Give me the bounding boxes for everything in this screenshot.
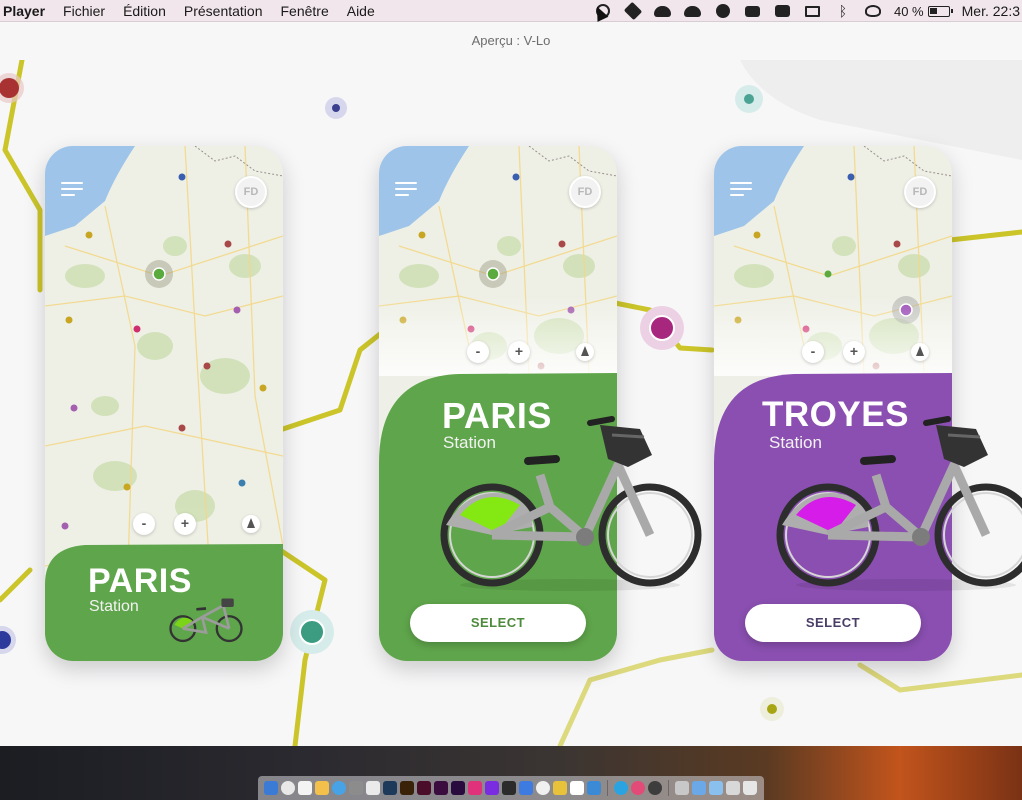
app-icon-round[interactable] (648, 781, 662, 795)
app-icon-dark[interactable] (502, 781, 516, 795)
zoom-in-button[interactable]: + (843, 341, 865, 363)
route-line-mid (277, 327, 388, 433)
menu-app-player[interactable]: Player (0, 0, 54, 22)
dock (258, 776, 764, 800)
pinterest-icon[interactable] (536, 781, 550, 795)
calendar-icon[interactable] (298, 781, 312, 795)
compass-icon[interactable] (911, 343, 929, 361)
phone-card-1[interactable]: FD - + PARIS Station (45, 146, 283, 661)
folder-icon[interactable] (692, 781, 706, 795)
station-panel[interactable]: PARIS Station (45, 544, 283, 661)
status-tray: ᛒ 40 % Mer. 22:3 (588, 0, 1022, 22)
menu-fichier[interactable]: Fichier (54, 0, 114, 22)
trash-icon[interactable] (743, 781, 757, 795)
documents-icon[interactable] (726, 781, 740, 795)
route-line-left-low (0, 567, 33, 603)
creative-cloud-icon[interactable] (648, 0, 678, 22)
safari-icon[interactable] (332, 781, 346, 795)
bicycle-illustration (169, 598, 243, 643)
airplay-icon[interactable] (798, 0, 828, 22)
live-folder-icon[interactable] (675, 781, 689, 795)
route-line-bottom-right (857, 662, 1022, 693)
app-icon-white[interactable] (570, 781, 584, 795)
route-line-right (947, 229, 1022, 243)
zoom-out-button[interactable]: - (467, 341, 489, 363)
wifi-icon[interactable] (858, 0, 888, 22)
hamburger-icon[interactable] (395, 182, 417, 198)
invision-icon[interactable] (468, 781, 482, 795)
inbox-icon[interactable] (768, 0, 798, 22)
zoom-in-button[interactable]: + (174, 513, 196, 535)
dock-separator (607, 780, 608, 796)
bicycle-illustration (776, 416, 1022, 591)
zoom-out-button[interactable]: - (133, 513, 155, 535)
user-avatar[interactable]: FD (904, 176, 936, 208)
clock[interactable]: Mer. 22:3 (962, 3, 1022, 19)
notes-icon[interactable] (315, 781, 329, 795)
sync-icon[interactable] (708, 0, 738, 22)
itunes-icon[interactable] (631, 781, 645, 795)
hamburger-icon[interactable] (730, 182, 752, 198)
bicycle-illustration (440, 416, 702, 591)
chrome-icon[interactable] (281, 781, 295, 795)
battery-percentage[interactable]: 40 % (888, 4, 928, 19)
prototype-canvas: FD - + PARIS Station FD - + PARIS Statio… (0, 60, 1022, 746)
background-shape (740, 60, 1022, 160)
desktop-background (0, 746, 1022, 800)
finder-icon[interactable] (264, 781, 278, 795)
marker-green (299, 619, 325, 645)
downloads-folder-icon[interactable] (709, 781, 723, 795)
compass-icon[interactable] (242, 515, 260, 533)
station-label: Station (89, 598, 139, 615)
dropbox-icon[interactable] (618, 0, 648, 22)
user-avatar[interactable]: FD (569, 176, 601, 208)
marker-olive (767, 704, 777, 714)
route-line-bottom-mid (557, 647, 715, 746)
system-preferences-icon[interactable] (349, 781, 363, 795)
xcode-icon[interactable] (587, 781, 601, 795)
indesign-icon[interactable] (417, 781, 431, 795)
app-store-icon[interactable] (519, 781, 533, 795)
menu-bar: Player Fichier Édition Présentation Fenê… (0, 0, 1022, 22)
menu-edition[interactable]: Édition (114, 0, 175, 22)
zoom-out-button[interactable]: - (802, 341, 824, 363)
compass-icon[interactable] (576, 343, 594, 361)
marker-blue (332, 104, 340, 112)
cloud-icon[interactable] (678, 0, 708, 22)
xd-icon[interactable] (434, 781, 448, 795)
user-avatar[interactable]: FD (235, 176, 267, 208)
battery-icon[interactable] (927, 5, 953, 17)
menu-aide[interactable]: Aide (338, 0, 384, 22)
dock-separator (668, 780, 669, 796)
window-title: Aperçu : V-Lo (0, 22, 1022, 60)
select-button[interactable]: SELECT (745, 604, 921, 642)
premiere-icon[interactable] (451, 781, 465, 795)
marker-magenta (649, 315, 675, 341)
preview-icon[interactable] (366, 781, 380, 795)
sketch-icon[interactable] (553, 781, 567, 795)
hamburger-icon[interactable] (61, 182, 83, 198)
menu-presentation[interactable]: Présentation (175, 0, 272, 22)
marker-teal (744, 94, 754, 104)
telegram-icon[interactable] (614, 781, 628, 795)
menu-fenetre[interactable]: Fenêtre (271, 0, 337, 22)
notification-icon[interactable] (738, 0, 768, 22)
zoom-in-button[interactable]: + (508, 341, 530, 363)
photoshop-icon[interactable] (383, 781, 397, 795)
bluetooth-icon[interactable]: ᛒ (828, 0, 858, 22)
select-button[interactable]: SELECT (410, 604, 586, 642)
illustrator-icon[interactable] (400, 781, 414, 795)
app-icon-purple[interactable] (485, 781, 499, 795)
